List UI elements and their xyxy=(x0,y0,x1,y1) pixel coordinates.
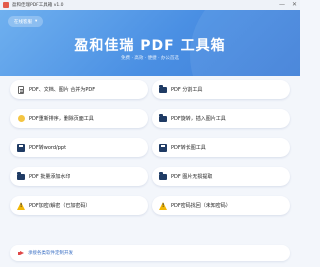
tool-pdf-to-long-image[interactable]: PDF转长图工具 xyxy=(152,138,290,157)
sun-icon xyxy=(17,115,25,123)
tool-label: PDF重新排序，删除页面工具 xyxy=(29,116,94,122)
hero-banner: 在线客服 ▾ 盈和佳瑞 PDF 工具箱 免费 · 高效 · 便捷 · 办公首选 xyxy=(0,10,300,76)
warning-icon xyxy=(17,201,25,210)
title-bar: 盈和佳瑞PDF工具箱 v1.0 — ✕ xyxy=(0,0,300,10)
tool-rotate-insert[interactable]: PDF旋转，插入图片工具 xyxy=(152,109,290,128)
minimize-button[interactable]: — xyxy=(279,1,285,9)
document-icon xyxy=(17,85,25,94)
tool-label: PDF转长图工具 xyxy=(171,145,206,151)
chevron-down-icon: ▾ xyxy=(35,19,38,24)
footer-text: 承接各类软件定制开发 xyxy=(28,251,73,256)
window-controls: — ✕ xyxy=(279,1,297,9)
tool-label: PDF 图片无损提取 xyxy=(171,174,213,180)
page-title: 盈和佳瑞 PDF 工具箱 xyxy=(74,38,226,54)
tool-merge-pdf[interactable]: PDF、文档、图片 合并为PDF xyxy=(10,80,148,99)
tool-pdf-to-word[interactable]: PDF转word/ppt xyxy=(10,138,148,157)
online-service-label: 在线客服 xyxy=(14,19,32,25)
tool-label: PDF、文档、图片 合并为PDF xyxy=(29,87,96,93)
tool-encrypt-decrypt[interactable]: PDF加密/解密（已加密码） xyxy=(10,196,148,215)
megaphone-icon xyxy=(18,251,24,256)
floppy-icon xyxy=(17,143,25,152)
tool-label: PDF加密/解密（已加密码） xyxy=(29,203,91,209)
folder-icon xyxy=(159,114,167,123)
floppy-icon xyxy=(159,143,167,152)
tool-label: PDF旋转，插入图片工具 xyxy=(171,116,226,122)
close-button[interactable]: ✕ xyxy=(292,1,297,9)
online-service-button[interactable]: 在线客服 ▾ xyxy=(8,16,44,27)
folder-icon xyxy=(17,172,25,181)
tool-label: PDF 批量添加水印 xyxy=(29,174,71,180)
tool-batch-watermark[interactable]: PDF 批量添加水印 xyxy=(10,167,148,186)
folder-icon xyxy=(159,172,167,181)
app-icon xyxy=(3,2,9,8)
tool-label: PDF 分割工具 xyxy=(171,87,203,93)
tool-extract-images[interactable]: PDF 图片无损提取 xyxy=(152,167,290,186)
custom-dev-banner[interactable]: 承接各类软件定制开发 xyxy=(10,245,290,261)
page-subtitle: 免费 · 高效 · 便捷 · 办公首选 xyxy=(121,56,179,61)
tool-reorder-pages[interactable]: PDF重新排序，删除页面工具 xyxy=(10,109,148,128)
warning-icon xyxy=(159,201,167,210)
tool-label: PDF密码找回（未知密码） xyxy=(171,203,231,209)
window-title: 盈和佳瑞PDF工具箱 v1.0 xyxy=(12,3,64,8)
tool-password-recovery[interactable]: PDF密码找回（未知密码） xyxy=(152,196,290,215)
folder-icon xyxy=(159,85,167,94)
tool-split-pdf[interactable]: PDF 分割工具 xyxy=(152,80,290,99)
tool-label: PDF转word/ppt xyxy=(29,145,67,151)
